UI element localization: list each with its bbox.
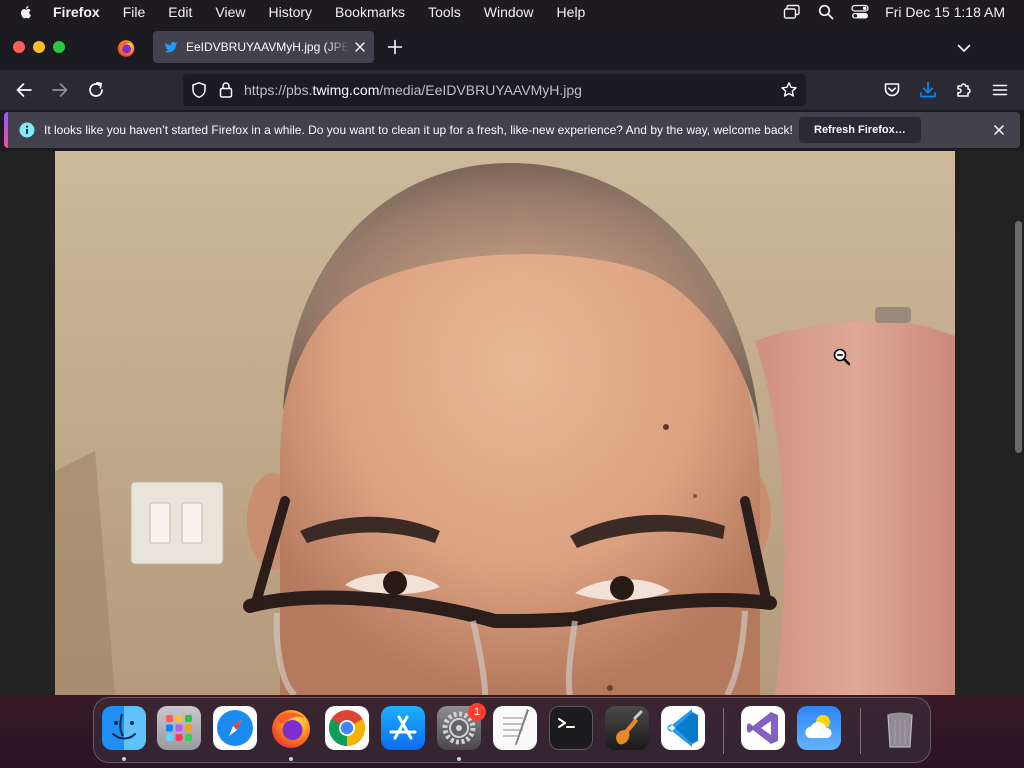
- tab-image[interactable]: EeIDVBRUYAAVMyH.jpg (JPEG Image: [153, 31, 374, 63]
- dock-weather-icon[interactable]: [797, 706, 841, 750]
- dock-textedit-icon[interactable]: [493, 706, 537, 750]
- menu-view[interactable]: View: [215, 4, 245, 20]
- close-tab-icon[interactable]: [353, 40, 367, 54]
- dock-app-store-icon[interactable]: [381, 706, 425, 750]
- menu-edit[interactable]: Edit: [168, 4, 192, 20]
- menu-bar: Firefox File Edit View History Bookmarks…: [0, 0, 1024, 24]
- dock-launchpad-icon[interactable]: [157, 706, 201, 750]
- info-icon: [19, 122, 35, 138]
- pocket-icon[interactable]: [882, 80, 902, 100]
- menu-file[interactable]: File: [123, 4, 146, 20]
- dock-finder-icon[interactable]: [102, 706, 146, 750]
- screen-mirroring-icon[interactable]: [783, 3, 801, 21]
- dock-terminal-icon[interactable]: [549, 706, 593, 750]
- notification-accent: [4, 112, 8, 148]
- dock-trash-icon[interactable]: [878, 706, 922, 750]
- dock-safari-icon[interactable]: [213, 706, 257, 750]
- minimize-window-button[interactable]: [33, 41, 45, 53]
- twitter-bird-icon: [164, 41, 178, 53]
- notification-bar: It looks like you haven’t started Firefo…: [4, 112, 1020, 148]
- downloads-icon[interactable]: [918, 80, 938, 100]
- dock-chrome-icon[interactable]: [325, 706, 369, 750]
- menu-tools[interactable]: Tools: [428, 4, 461, 20]
- displayed-photo[interactable]: [55, 151, 955, 695]
- zoom-window-button[interactable]: [53, 41, 65, 53]
- dock: 1: [93, 697, 931, 763]
- hamburger-menu-icon[interactable]: [990, 80, 1010, 100]
- extensions-puzzle-icon[interactable]: [954, 80, 974, 100]
- url-scheme: https://pbs.: [244, 82, 313, 98]
- menu-window[interactable]: Window: [484, 4, 534, 20]
- url-text[interactable]: https://pbs.twimg.com/media/EeIDVBRUYAAV…: [244, 82, 582, 98]
- dock-separator: [723, 708, 724, 754]
- forward-arrow-icon[interactable]: [50, 80, 70, 100]
- reload-icon[interactable]: [86, 80, 106, 100]
- page-content: [0, 151, 1024, 695]
- firefox-view-icon[interactable]: [116, 38, 136, 58]
- menu-help[interactable]: Help: [557, 4, 586, 20]
- status-menus: Fri Dec 15 1:18 AM: [783, 0, 1024, 24]
- spotlight-search-icon[interactable]: [817, 3, 835, 21]
- zoom-out-cursor-icon: [833, 348, 851, 366]
- menu-app-name[interactable]: Firefox: [53, 4, 100, 20]
- dock-vscode-icon[interactable]: [661, 706, 705, 750]
- menu-bar-clock[interactable]: Fri Dec 15 1:18 AM: [885, 4, 1005, 20]
- menu-history[interactable]: History: [268, 4, 312, 20]
- dock-separator: [860, 708, 861, 754]
- close-window-button[interactable]: [13, 41, 25, 53]
- bookmark-star-icon[interactable]: [780, 81, 798, 99]
- close-icon[interactable]: [992, 123, 1006, 137]
- notification-badge: 1: [468, 703, 486, 721]
- url-path: /media/EeIDVBRUYAAVMyH.jpg: [379, 82, 582, 98]
- tab-bar: EeIDVBRUYAAVMyH.jpg (JPEG Image: [0, 24, 1024, 70]
- dock-running-indicator: [289, 757, 293, 761]
- dock-running-indicator: [122, 757, 126, 761]
- dock-firefox-icon[interactable]: [269, 706, 313, 750]
- dock-visual-studio-icon[interactable]: [741, 706, 785, 750]
- tab-title: EeIDVBRUYAAVMyH.jpg (JPEG Image: [186, 40, 350, 54]
- dock-garageband-icon[interactable]: [605, 706, 649, 750]
- photo-illustration: [55, 151, 955, 695]
- apple-icon[interactable]: [17, 3, 35, 21]
- control-center-icon[interactable]: [851, 3, 869, 21]
- navigation-toolbar: https://pbs.twimg.com/media/EeIDVBRUYAAV…: [0, 70, 1024, 110]
- dock-running-indicator: [457, 757, 461, 761]
- notification-message: It looks like you haven’t started Firefo…: [44, 123, 793, 137]
- dock-system-settings-icon[interactable]: 1: [437, 703, 486, 750]
- menu-bookmarks[interactable]: Bookmarks: [335, 4, 405, 20]
- back-arrow-icon[interactable]: [14, 80, 34, 100]
- vertical-scrollbar[interactable]: [1015, 221, 1022, 453]
- firefox-window: EeIDVBRUYAAVMyH.jpg (JPEG Image: [0, 24, 1024, 695]
- tracking-protection-shield-icon[interactable]: [190, 81, 208, 99]
- refresh-firefox-button[interactable]: Refresh Firefox…: [799, 117, 921, 143]
- url-host: twimg.com: [312, 82, 380, 98]
- address-bar[interactable]: https://pbs.twimg.com/media/EeIDVBRUYAAV…: [183, 74, 806, 106]
- lock-icon[interactable]: [218, 81, 234, 99]
- chevron-down-icon[interactable]: [956, 40, 972, 56]
- new-tab-icon[interactable]: [387, 39, 403, 55]
